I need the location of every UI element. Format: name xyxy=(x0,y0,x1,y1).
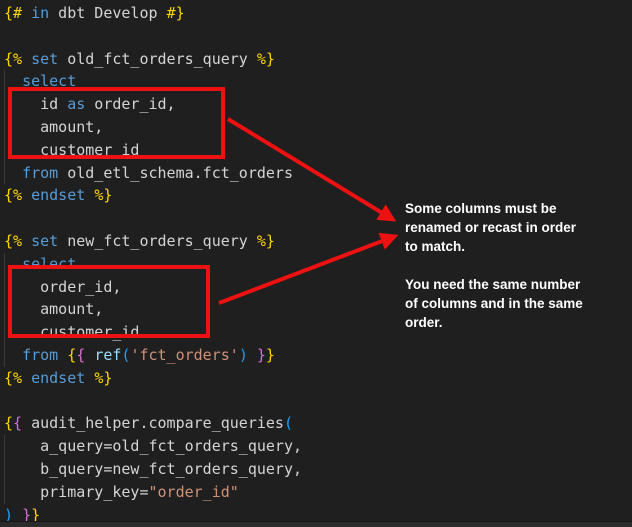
code-line: a_query=old_fct_orders_query, xyxy=(4,435,632,458)
code-line: b_query=new_fct_orders_query, xyxy=(4,458,632,481)
code-line: {% set old_fct_orders_query %} xyxy=(4,48,632,71)
code-line: primary_key="order_id" xyxy=(4,481,632,504)
highlight-box-old-columns xyxy=(8,87,225,159)
code-line: {{ audit_helper.compare_queries( xyxy=(4,412,632,435)
note-paragraph-2: You need the same number of columns and … xyxy=(405,275,625,332)
code-line xyxy=(4,390,632,413)
note-paragraph-1: Some columns must be renamed or recast i… xyxy=(405,199,625,256)
editor-bottom-strip xyxy=(0,521,632,527)
dbt-develop-editor-screenshot: {# in dbt Develop #} {% set old_fct_orde… xyxy=(0,0,632,527)
code-line xyxy=(4,25,632,48)
code-line: {# in dbt Develop #} xyxy=(4,2,632,25)
annotation-note: Some columns must be renamed or recast i… xyxy=(405,180,625,351)
highlight-box-new-columns xyxy=(8,265,210,338)
code-line: {% endset %} xyxy=(4,367,632,390)
